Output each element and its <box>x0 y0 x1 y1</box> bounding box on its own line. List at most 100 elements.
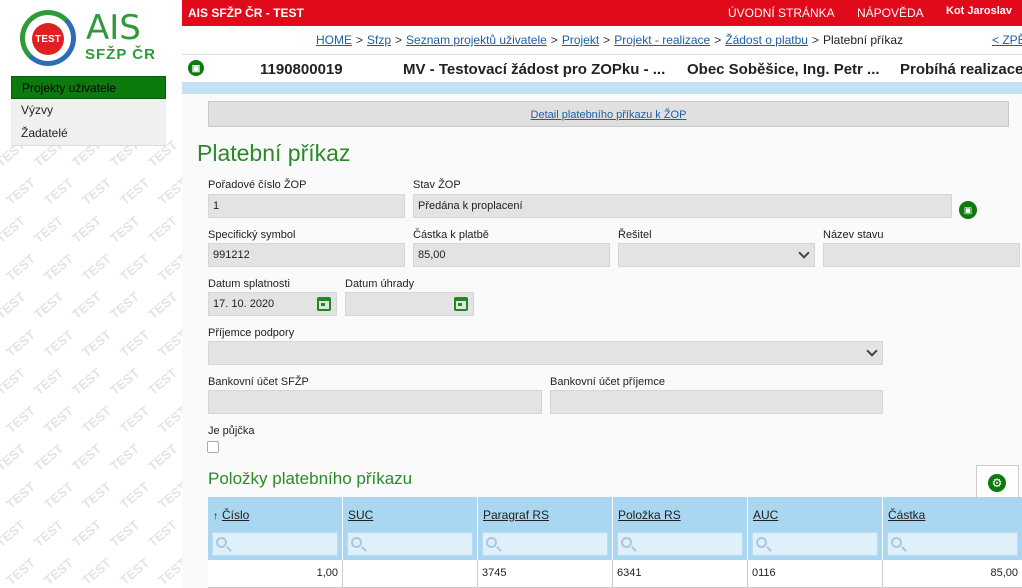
help-link[interactable]: NÁPOVĚDA <box>857 6 924 20</box>
column-header-suc[interactable]: SUC <box>348 508 373 522</box>
project-header: ▣ 1190800019 MV - Testovací žádost pro Z… <box>182 54 1022 82</box>
ucet-prijemce-field[interactable] <box>550 390 883 414</box>
watermark-text: TEST <box>107 517 143 550</box>
detail-bar: Detail platebního příkazu k ŽOP <box>208 101 1009 127</box>
watermark-text: TEST <box>145 213 181 246</box>
breadcrumb-projekt-realizace[interactable]: Projekt - realizace <box>614 33 710 47</box>
col-auc: AUC <box>748 497 883 560</box>
filter-input-suc[interactable] <box>347 532 473 556</box>
filter-input-polozka[interactable] <box>617 532 743 556</box>
watermark-text: TEST <box>155 555 182 588</box>
sidebar-item-zadatele[interactable]: Žadatelé <box>11 122 166 145</box>
breadcrumb: HOME > Sfzp > Seznam projektů uživatele > Proj… <box>316 33 903 47</box>
watermark-text: TEST <box>107 441 143 474</box>
datum-uhrady-field[interactable] <box>345 292 474 316</box>
watermark-text: TEST <box>117 251 153 284</box>
breadcrumb-seznam-projektu[interactable]: Seznam projektů uživatele <box>406 33 547 47</box>
watermark-text: TEST <box>117 479 153 512</box>
watermark-text: TEST <box>0 441 29 474</box>
watermark-text: TEST <box>79 175 115 208</box>
stav-zop-field[interactable]: Předána k proplacení <box>413 194 952 218</box>
filter-input-cislo[interactable] <box>212 532 338 556</box>
nazev-stavu-field[interactable] <box>823 243 1020 267</box>
stav-history-icon[interactable]: ▣ <box>959 201 977 219</box>
watermark-text: TEST <box>3 479 39 512</box>
breadcrumb-separator: > <box>356 33 364 47</box>
app-title: AIS SFŽP ČR - TEST <box>188 6 304 20</box>
watermark-text: TEST <box>117 175 153 208</box>
breadcrumb-zadost-o-platbu[interactable]: Žádost o platbu <box>725 33 808 47</box>
table-settings-button[interactable]: ⚙ <box>976 465 1019 497</box>
watermark-text: TEST <box>155 403 182 436</box>
table-row[interactable]: 1,00 3745 6341 0116 85,00 <box>208 560 1022 588</box>
watermark-text: TEST <box>79 479 115 512</box>
stav-zop-label: Stav ŽOP <box>413 179 461 191</box>
breadcrumb-home[interactable]: HOME <box>316 33 352 47</box>
watermark-text: TEST <box>69 213 105 246</box>
search-icon <box>351 537 362 548</box>
sidebar-item-vyzvy[interactable]: Výzvy <box>11 99 166 122</box>
column-header-auc[interactable]: AUC <box>753 508 778 522</box>
resitel-label: Řešitel <box>618 229 652 241</box>
user-name[interactable]: Kot Jaroslav <box>946 5 1012 17</box>
sidebar-menu: Projekty uživatele Výzvy Žadatelé <box>11 76 166 146</box>
watermark-text: TEST <box>3 555 39 588</box>
watermark-text: TEST <box>145 289 181 322</box>
watermark-text: TEST <box>31 517 67 550</box>
back-link[interactable]: < ZPĚ <box>992 33 1022 47</box>
ucet-sfzp-field[interactable] <box>208 390 542 414</box>
column-header-castka[interactable]: Částka <box>888 508 925 522</box>
watermark-text: TEST <box>69 441 105 474</box>
prijemce-select[interactable] <box>208 341 883 365</box>
watermark-text: TEST <box>41 327 77 360</box>
detail-link[interactable]: Detail platebního příkazu k ŽOP <box>531 109 687 121</box>
cell-paragraf: 3745 <box>478 560 613 587</box>
column-header-paragraf[interactable]: Paragraf RS <box>483 508 549 522</box>
cell-suc <box>343 560 478 587</box>
breadcrumb-sfzp[interactable]: Sfzp <box>367 33 391 47</box>
breadcrumb-separator: > <box>714 33 722 47</box>
datum-splatnosti-label: Datum splatnosti <box>208 278 290 290</box>
watermark-text: TEST <box>0 365 29 398</box>
page-title: Platební příkaz <box>197 140 351 166</box>
specificky-symbol-field[interactable]: 991212 <box>208 243 405 267</box>
watermark-text: TEST <box>31 289 67 322</box>
breadcrumb-separator: > <box>395 33 403 47</box>
calendar-icon[interactable] <box>454 297 468 311</box>
logo-sfzp-text: SFŽP ČR <box>85 46 156 63</box>
filter-input-auc[interactable] <box>752 532 878 556</box>
home-link[interactable]: ÚVODNÍ STRÁNKA <box>728 6 835 20</box>
cell-cislo: 1,00 <box>208 560 343 587</box>
datum-splatnosti-field[interactable]: 17. 10. 2020 <box>208 292 337 316</box>
watermark-text: TEST <box>145 365 181 398</box>
search-icon <box>891 537 902 548</box>
filter-input-castka[interactable] <box>887 532 1018 556</box>
breadcrumb-projekt[interactable]: Projekt <box>562 33 599 47</box>
castka-field[interactable]: 85,00 <box>413 243 610 267</box>
project-info-icon[interactable]: ▣ <box>188 60 204 76</box>
sidebar-item-projekty[interactable]: Projekty uživatele <box>11 76 166 99</box>
filter-input-paragraf[interactable] <box>482 532 608 556</box>
project-name: MV - Testovací žádost pro ZOPku - ... <box>403 61 666 78</box>
watermark-text: TEST <box>155 479 182 512</box>
calendar-icon[interactable] <box>317 297 331 311</box>
prijemce-label: Příjemce podpory <box>208 327 295 339</box>
items-section-title: Položky platebního příkazu <box>208 469 413 488</box>
watermark-text: TEST <box>3 251 39 284</box>
gear-icon: ⚙ <box>988 474 1006 492</box>
watermark-text: TEST <box>155 251 182 284</box>
watermark-text: TEST <box>107 289 143 322</box>
datum-splatnosti-value: 17. 10. 2020 <box>213 298 275 310</box>
breadcrumb-separator: > <box>603 33 611 47</box>
app-logo[interactable]: TEST AIS SFŽP ČR <box>18 8 168 66</box>
ucet-sfzp-label: Bankovní účet SFŽP <box>208 376 309 388</box>
watermark-text: TEST <box>41 403 77 436</box>
je-pujcka-checkbox[interactable] <box>207 441 219 453</box>
col-cislo: ↑ Číslo <box>208 497 343 560</box>
column-header-polozka[interactable]: Položka RS <box>618 508 681 522</box>
col-paragraf: Paragraf RS <box>478 497 613 560</box>
poradove-cislo-field[interactable]: 1 <box>208 194 405 218</box>
watermark-text: TEST <box>69 289 105 322</box>
column-header-cislo[interactable]: ↑ Číslo <box>213 508 249 522</box>
resitel-select[interactable] <box>618 243 815 267</box>
